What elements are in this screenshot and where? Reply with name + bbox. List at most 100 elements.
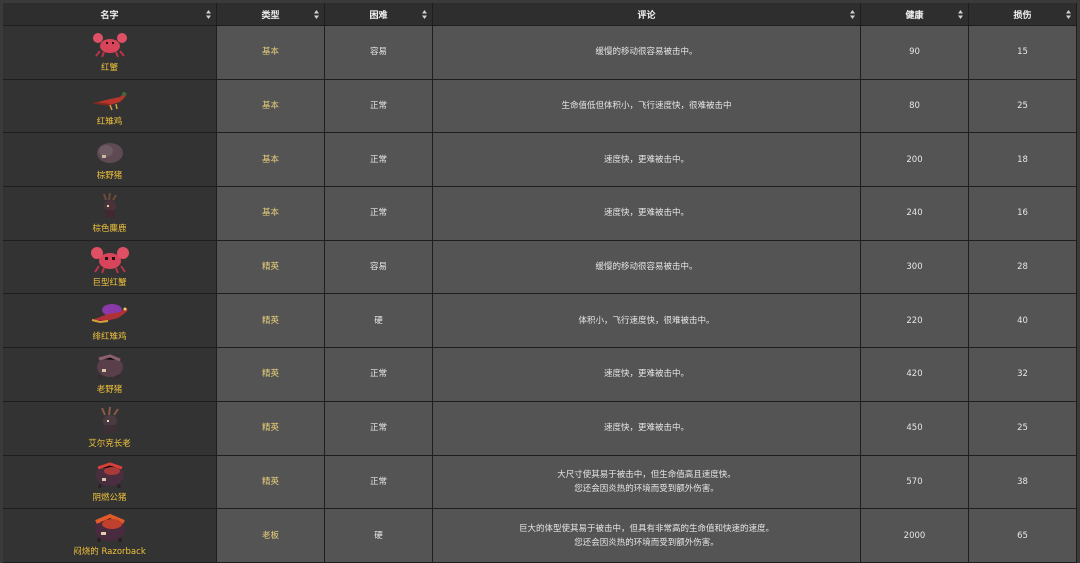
brown-elk-icon <box>90 190 130 220</box>
table-row: 红雉鸡 基本 正常 生命值低但体积小，飞行速度快，很难被击中 80 25 <box>3 79 1077 134</box>
creature-name-cell: 棕野猪 <box>3 133 217 188</box>
creature-comment: 大尺寸使其易于被击中，但生命值高且速度快。 您还会因炎热的环境而受到额外伤害。 <box>433 455 861 510</box>
creature-type: 基本 <box>217 187 325 241</box>
brown-boar-icon <box>90 137 130 167</box>
column-header-difficulty[interactable]: 困难 <box>325 3 433 26</box>
creature-type: 精英 <box>217 348 325 402</box>
comment-line: 缓慢的移动很容易被击中。 <box>595 262 698 273</box>
creature-name: 闷烧的 Razorback <box>73 546 146 557</box>
creature-health: 450 <box>861 401 969 456</box>
creature-comment: 缓慢的移动很容易被击中。 <box>433 240 861 295</box>
creature-name: 艾尔克长老 <box>88 439 131 450</box>
comment-line: 速度快，更难被击中。 <box>603 154 689 165</box>
creature-difficulty: 正常 <box>325 133 433 188</box>
comment-line: 您还会因炎热的环境而受到额外伤害。 <box>574 537 719 548</box>
creature-name-cell: 红雉鸡 <box>3 79 217 134</box>
crimson-pheasant-icon <box>90 298 130 328</box>
creature-health: 80 <box>861 79 969 134</box>
creature-comment: 体积小，飞行速度快，很难被击中。 <box>433 294 861 349</box>
column-header-damage[interactable]: 损伤 <box>969 3 1077 26</box>
table-row: 棕野猪 基本 正常 速度快，更难被击中。 200 18 <box>3 133 1077 188</box>
creature-comment: 速度快，更难被击中。 <box>433 348 861 402</box>
creature-name-cell: 艾尔克长老 <box>3 401 217 456</box>
creature-name: 巨型红蟹 <box>92 278 127 289</box>
creature-type: 精英 <box>217 401 325 456</box>
smoldering-boar-icon <box>90 459 130 489</box>
table-row: 红蟹 基本 容易 缓慢的移动很容易被击中。 90 15 <box>3 26 1077 80</box>
creature-damage: 40 <box>969 294 1077 349</box>
creature-name: 阴燃公猪 <box>92 492 127 503</box>
comment-line: 体积小，飞行速度快，很难被击中。 <box>578 315 715 326</box>
table-row: 绯红雉鸡 精英 硬 体积小，飞行速度快，很难被击中。 220 40 <box>3 294 1077 349</box>
comment-line: 您还会因炎热的环境而受到额外伤害。 <box>574 483 719 494</box>
creature-comment: 巨大的体型使其易于被击中，但具有非常高的生命值和快速的速度。 您还会因炎热的环境而… <box>433 509 861 563</box>
creature-damage: 32 <box>969 348 1077 402</box>
table-body: 红蟹 基本 容易 缓慢的移动很容易被击中。 90 15 红雉鸡 基本 正常 生命… <box>3 26 1077 563</box>
creature-name: 老野猪 <box>96 385 123 396</box>
creature-name: 红蟹 <box>100 63 118 74</box>
creature-type: 老板 <box>217 509 325 563</box>
creature-difficulty: 容易 <box>325 26 433 80</box>
sort-icon[interactable] <box>958 10 963 19</box>
creature-name-cell: 巨型红蟹 <box>3 240 217 295</box>
creature-name: 棕色麋鹿 <box>92 224 127 235</box>
creature-difficulty: 正常 <box>325 187 433 241</box>
creature-name-cell: 闷烧的 Razorback <box>3 509 217 563</box>
creature-difficulty: 正常 <box>325 401 433 456</box>
creature-comment: 速度快，更难被击中。 <box>433 133 861 188</box>
creature-name-cell: 红蟹 <box>3 26 217 80</box>
creature-damage: 38 <box>969 455 1077 510</box>
creature-health: 90 <box>861 26 969 80</box>
creature-damage: 28 <box>969 240 1077 295</box>
creature-name-cell: 棕色麋鹿 <box>3 187 217 241</box>
creature-health: 2000 <box>861 509 969 563</box>
comment-line: 巨大的体型使其易于被击中，但具有非常高的生命值和快速的速度。 <box>518 523 774 534</box>
creature-damage: 25 <box>969 79 1077 134</box>
sort-icon[interactable] <box>314 10 319 19</box>
creature-difficulty: 正常 <box>325 348 433 402</box>
red-crab-icon <box>90 29 130 59</box>
creature-health: 220 <box>861 294 969 349</box>
red-pheasant-icon <box>90 83 130 113</box>
creature-damage: 18 <box>969 133 1077 188</box>
old-boar-icon <box>90 351 130 381</box>
table-row: 巨型红蟹 精英 容易 缓慢的移动很容易被击中。 300 28 <box>3 240 1077 295</box>
creature-type: 基本 <box>217 133 325 188</box>
table-row: 艾尔克长老 精英 正常 速度快，更难被击中。 450 25 <box>3 401 1077 456</box>
comment-line: 大尺寸使其易于被击中，但生命值高且速度快。 <box>557 469 736 480</box>
smoldering-razorback-icon <box>90 513 130 543</box>
column-header-name[interactable]: 名字 <box>3 3 217 26</box>
table-row: 棕色麋鹿 基本 正常 速度快，更难被击中。 240 16 <box>3 187 1077 241</box>
creature-type: 基本 <box>217 79 325 134</box>
comment-line: 速度快，更难被击中。 <box>603 369 689 380</box>
creature-health: 420 <box>861 348 969 402</box>
sort-icon[interactable] <box>1066 10 1071 19</box>
creature-name: 棕野猪 <box>96 170 123 181</box>
creature-damage: 25 <box>969 401 1077 456</box>
creature-name-cell: 阴燃公猪 <box>3 455 217 510</box>
creature-comment: 缓慢的移动很容易被击中。 <box>433 26 861 80</box>
sort-icon[interactable] <box>422 10 427 19</box>
elk-elder-icon <box>90 405 130 435</box>
comment-line: 速度快，更难被击中。 <box>603 208 689 219</box>
column-header-health[interactable]: 健康 <box>861 3 969 26</box>
creature-name: 红雉鸡 <box>96 117 123 128</box>
column-header-type[interactable]: 类型 <box>217 3 325 26</box>
creature-difficulty: 容易 <box>325 240 433 295</box>
column-header-comment[interactable]: 评论 <box>433 3 861 26</box>
creature-type: 基本 <box>217 26 325 80</box>
creature-health: 240 <box>861 187 969 241</box>
creature-name-cell: 老野猪 <box>3 348 217 402</box>
creature-difficulty: 硬 <box>325 294 433 349</box>
table-header: 名字 类型 困难 评论 健康 损伤 <box>3 3 1077 26</box>
sort-icon[interactable] <box>206 10 211 19</box>
creature-difficulty: 正常 <box>325 79 433 134</box>
comment-line: 速度快，更难被击中。 <box>603 423 689 434</box>
comment-line: 缓慢的移动很容易被击中。 <box>595 47 698 58</box>
table-row: 老野猪 精英 正常 速度快，更难被击中。 420 32 <box>3 348 1077 402</box>
creature-health: 570 <box>861 455 969 510</box>
creature-health: 200 <box>861 133 969 188</box>
creature-difficulty: 正常 <box>325 455 433 510</box>
sort-icon[interactable] <box>850 10 855 19</box>
creature-table: 名字 类型 困难 评论 健康 损伤 红蟹 基本 容易 缓慢的移动很容易被击中。 … <box>3 3 1077 563</box>
